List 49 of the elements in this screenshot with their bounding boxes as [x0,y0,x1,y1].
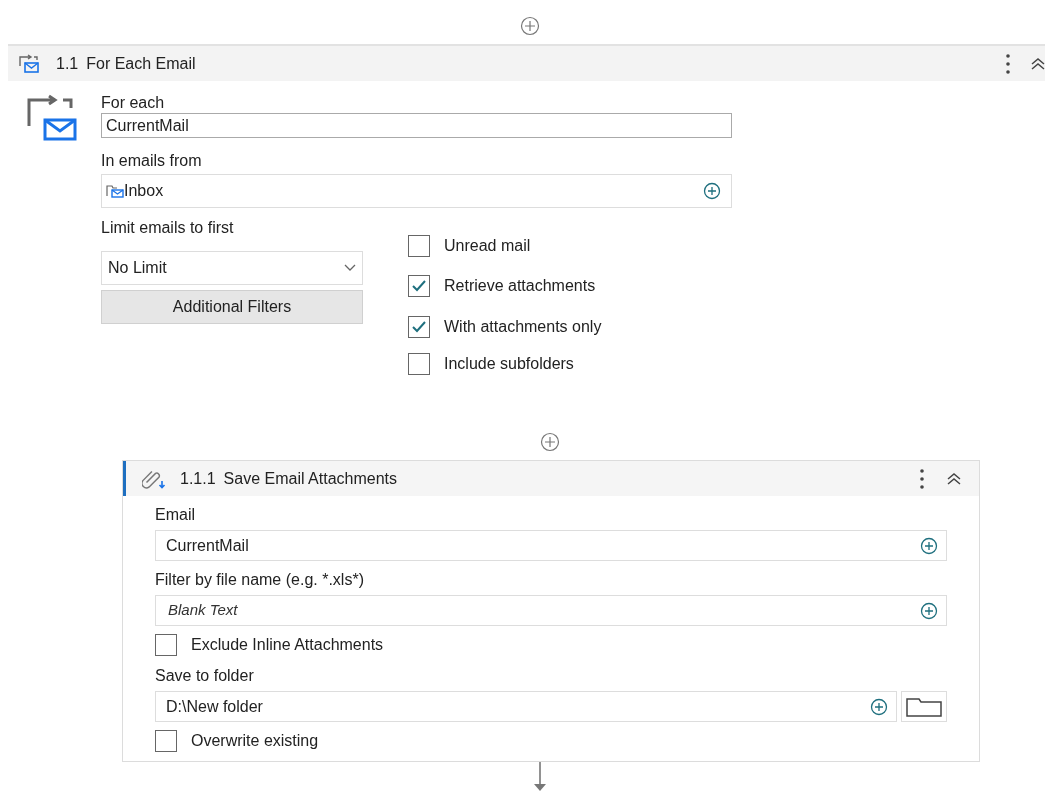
step-title: For Each Email [86,53,196,74]
checkbox[interactable] [408,316,430,338]
input-field[interactable]: CurrentMail [155,530,947,561]
field-label: Save to folder [155,666,255,686]
input-field[interactable]: CurrentMail [101,113,732,138]
field-value: Inbox [124,181,164,201]
checkbox-label: Include subfolders [444,354,574,374]
input-field[interactable]: Blank Text [155,595,947,626]
more-options-icon[interactable] [1005,52,1011,75]
loop-mail-icon [18,53,40,74]
mail-folder-icon [106,184,124,198]
field-label: In emails from [101,151,203,171]
checkbox[interactable] [408,275,430,297]
down-arrow-icon [532,762,547,792]
add-icon[interactable] [920,601,938,620]
add-icon[interactable] [870,697,888,716]
checkbox-label: Exclude Inline Attachments [191,635,384,655]
folder-icon [906,696,942,717]
check-icon [411,279,427,293]
add-icon[interactable] [539,432,560,452]
checkbox[interactable] [408,353,430,375]
input-field[interactable]: D:\New folder [155,691,897,722]
field-label: For each [101,93,166,113]
limit-dropdown[interactable]: No Limit [101,251,363,285]
add-icon[interactable] [703,182,721,200]
checkbox-label: Unread mail [444,236,531,256]
add-icon[interactable] [519,16,540,36]
step-number: 1.1 [56,53,79,74]
check-icon [411,320,427,334]
additional-filters-button[interactable]: Additional Filters [101,290,363,324]
collapse-icon[interactable] [1031,56,1045,71]
step-number: 1.1.1 [180,468,216,489]
more-options-icon[interactable] [919,467,925,490]
step-title: Save Email Attachments [223,468,397,489]
browse-folder-button[interactable] [901,691,947,722]
loop-mail-icon [25,94,79,142]
input-field[interactable]: Inbox [101,174,732,208]
chevron-down-icon [344,264,356,272]
checkbox[interactable] [408,235,430,257]
checkbox[interactable] [155,730,177,752]
add-icon[interactable] [920,536,938,555]
checkbox-label: Overwrite existing [191,731,319,751]
collapse-icon[interactable] [947,471,961,486]
checkbox[interactable] [155,634,177,656]
checkbox-label: With attachments only [444,317,602,337]
field-label: Limit emails to first [101,218,235,238]
field-label: Email [155,505,196,525]
checkbox-label: Retrieve attachments [444,276,596,296]
field-label: Filter by file name (e.g. *.xls*) [155,570,365,590]
